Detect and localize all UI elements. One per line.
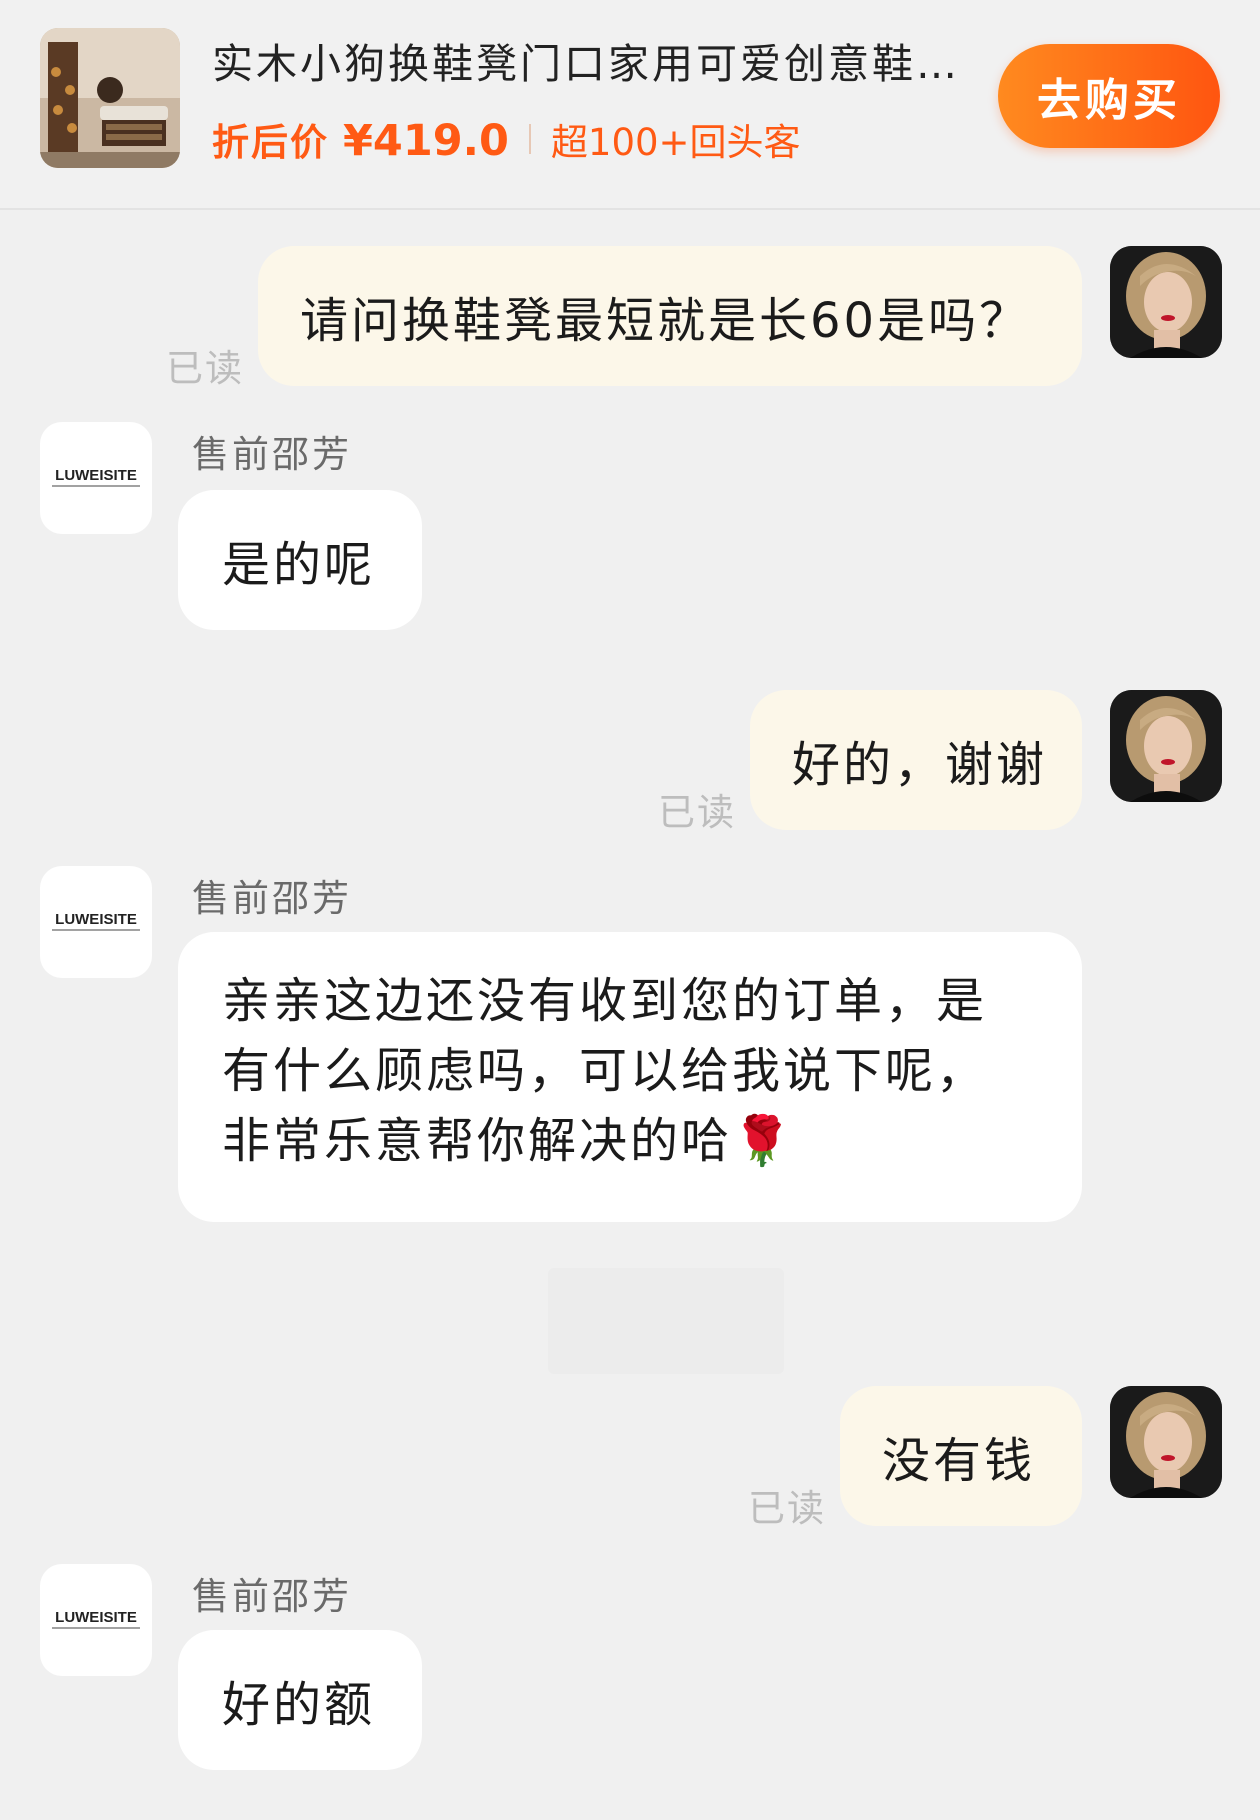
- message-text: 请问换鞋凳最短就是长60是吗？: [300, 293, 1031, 349]
- message-text: 没有钱: [882, 1433, 1036, 1489]
- read-receipt: 已读: [166, 347, 244, 390]
- buy-button[interactable]: 去购买: [998, 44, 1220, 148]
- message-bubble-incoming[interactable]: 是的呢: [178, 490, 422, 630]
- shop-avatar[interactable]: LUWEISITE: [40, 866, 152, 978]
- rose-emoji-icon: 🌹: [732, 1113, 795, 1169]
- product-thumbnail[interactable]: [40, 28, 180, 168]
- user-avatar-icon: [1110, 690, 1222, 802]
- sender-name: 售前邵芳: [192, 1575, 352, 1618]
- message-line: 非常乐意帮你解决的哈: [222, 1113, 733, 1169]
- user-avatar[interactable]: [1110, 690, 1222, 802]
- shop-logo-text: LUWEISITE: [55, 1609, 137, 1626]
- message-bubble-outgoing[interactable]: 请问换鞋凳最短就是长60是吗？: [258, 246, 1082, 386]
- price-value: ¥419.0: [343, 116, 509, 166]
- user-avatar-icon: [1110, 1386, 1222, 1498]
- price-divider: [528, 124, 531, 154]
- shop-avatar[interactable]: LUWEISITE: [40, 1564, 152, 1676]
- sender-name: 售前邵芳: [192, 877, 352, 920]
- message-line: 亲亲这边还没有收到您的订单，是: [222, 973, 988, 1029]
- repeat-customers-label: 超100+回头客: [550, 121, 801, 164]
- shop-logo-text: LUWEISITE: [55, 911, 137, 928]
- shop-logo-text: LUWEISITE: [55, 467, 137, 484]
- message-bubble-outgoing[interactable]: 没有钱: [840, 1386, 1082, 1526]
- message-text: 好的额: [222, 1677, 376, 1733]
- faded-image-placeholder: [548, 1268, 784, 1374]
- shop-logo-icon: LUWEISITE: [52, 911, 140, 931]
- user-avatar[interactable]: [1110, 1386, 1222, 1498]
- shop-avatar[interactable]: LUWEISITE: [40, 422, 152, 534]
- message-text: 是的呢: [222, 537, 376, 593]
- user-avatar-icon: [1110, 246, 1222, 358]
- message-bubble-incoming[interactable]: 好的额: [178, 1630, 422, 1770]
- message-line: 有什么顾虑吗，可以给我说下呢，: [222, 1043, 988, 1099]
- product-title[interactable]: 实木小狗换鞋凳门口家用可爱创意鞋…: [212, 30, 982, 90]
- shop-logo-icon: LUWEISITE: [52, 1609, 140, 1629]
- shop-logo-icon: LUWEISITE: [52, 467, 140, 487]
- message-line-with-emoji: 非常乐意帮你解决的哈🌹: [222, 1106, 1062, 1176]
- read-receipt: 已读: [748, 1487, 826, 1530]
- message-text: 好的，谢谢: [792, 737, 1048, 793]
- read-receipt: 已读: [658, 791, 736, 834]
- price-row: 折后价 ¥419.0 超100+回头客: [212, 112, 801, 166]
- sender-name: 售前邵芳: [192, 433, 352, 476]
- price-label: 折后价: [212, 121, 329, 164]
- product-header: 实木小狗换鞋凳门口家用可爱创意鞋… 折后价 ¥419.0 超100+回头客 去购…: [0, 0, 1260, 210]
- message-bubble-outgoing[interactable]: 好的，谢谢: [750, 690, 1082, 830]
- user-avatar[interactable]: [1110, 246, 1222, 358]
- message-bubble-incoming[interactable]: 亲亲这边还没有收到您的订单，是 有什么顾虑吗，可以给我说下呢， 非常乐意帮你解决…: [178, 932, 1082, 1222]
- shoe-bench-image-icon: [40, 28, 180, 168]
